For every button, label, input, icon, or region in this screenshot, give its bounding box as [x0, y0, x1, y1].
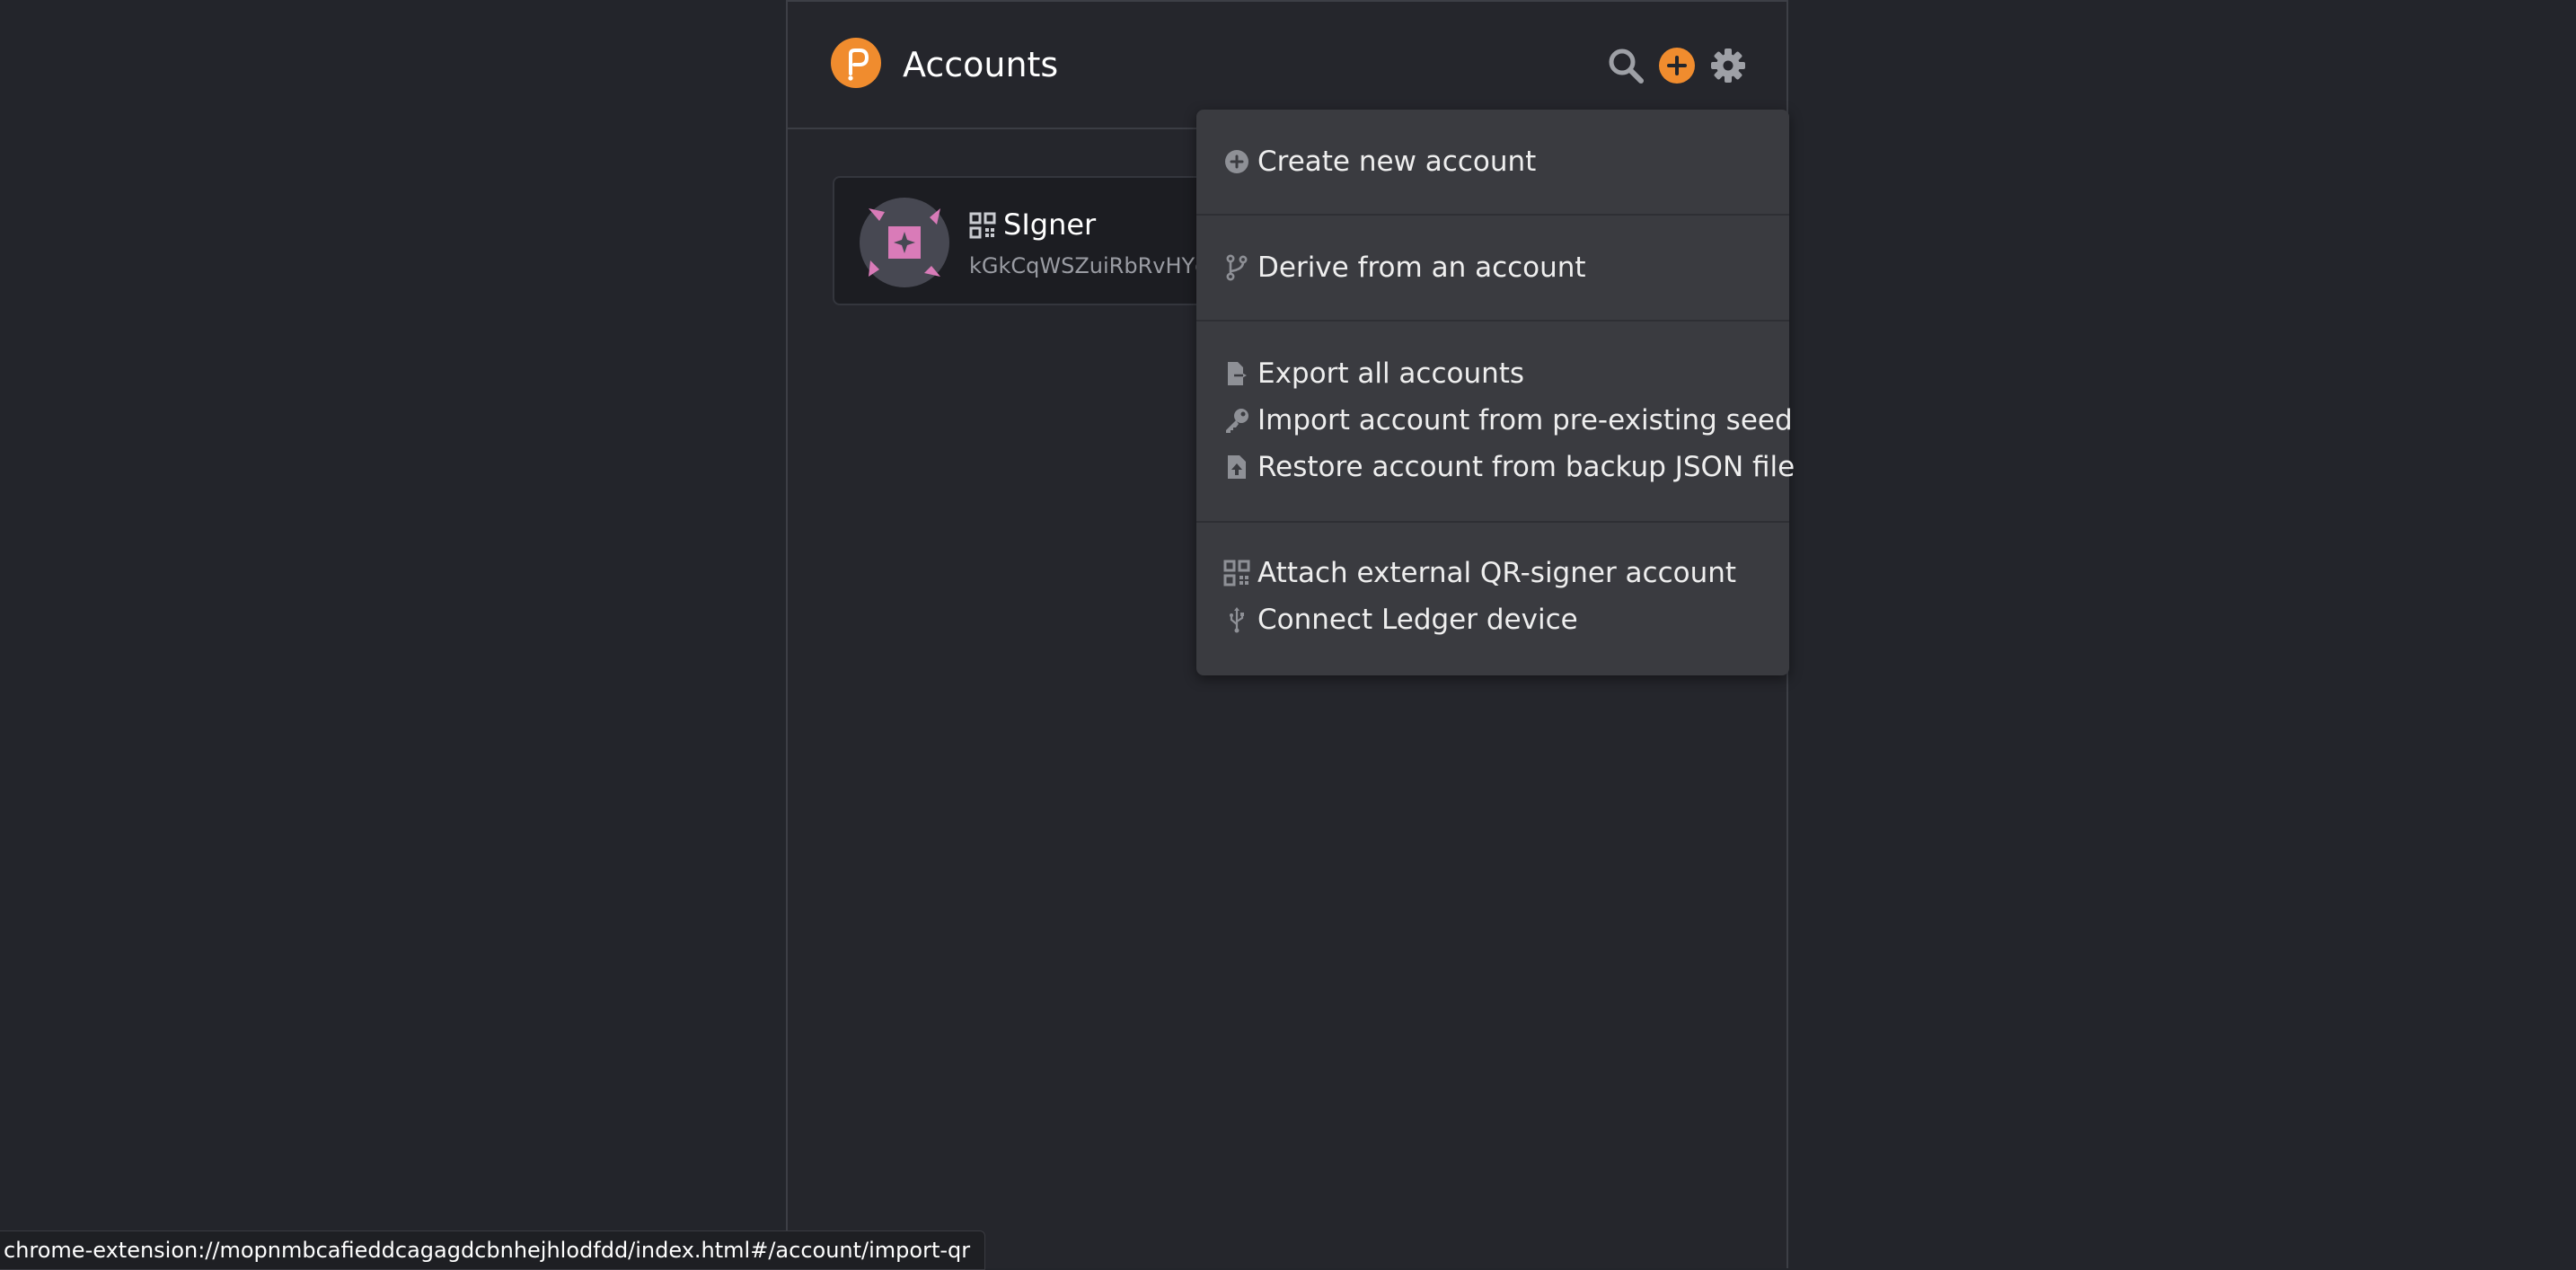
menu-item-label: Restore account from backup JSON file	[1257, 451, 1795, 483]
identicon	[860, 198, 949, 287]
menu-divider	[1196, 521, 1789, 523]
menu-item-export-all-accounts[interactable]: Export all accounts	[1223, 350, 1524, 397]
menu-divider	[1196, 214, 1789, 216]
menu-item-label: Connect Ledger device	[1257, 604, 1578, 636]
account-card[interactable]: SIgner kGkCqWSZuiRbRvHYqe	[833, 176, 1246, 305]
key-icon	[1226, 409, 1248, 433]
gear-icon[interactable]	[1709, 47, 1747, 84]
menu-item-import-from-seed[interactable]: Import account from pre-existing seed	[1223, 397, 1793, 444]
menu-item-label: Attach external QR-signer account	[1257, 557, 1737, 589]
search-icon[interactable]	[1607, 47, 1645, 84]
account-name: SIgner	[1003, 207, 1097, 242]
qr-code-icon	[969, 212, 996, 239]
menu-item-label: Export all accounts	[1257, 357, 1525, 390]
menu-item-label: Import account from pre-existing seed	[1257, 404, 1793, 437]
polkadot-logo-icon	[831, 38, 881, 88]
code-branch-icon	[1226, 254, 1248, 281]
menu-item-connect-ledger[interactable]: Connect Ledger device	[1223, 596, 1578, 643]
page-title: Accounts	[903, 45, 1059, 84]
menu-item-attach-qr-signer[interactable]: Attach external QR-signer account	[1223, 550, 1736, 596]
file-upload-icon	[1228, 455, 1246, 479]
add-icon[interactable]	[1659, 48, 1695, 84]
menu-item-create-new-account[interactable]: Create new account	[1223, 138, 1536, 185]
menu-divider	[1196, 320, 1789, 322]
menu-item-label: Derive from an account	[1257, 251, 1586, 284]
usb-icon	[1230, 607, 1244, 633]
menu-item-label: Create new account	[1257, 146, 1537, 178]
menu-item-derive-from-account[interactable]: Derive from an account	[1223, 244, 1586, 291]
qr-code-icon	[1223, 560, 1250, 586]
add-account-menu: Create new account Derive from an accoun…	[1196, 110, 1795, 675]
account-address: kGkCqWSZuiRbRvHYqe	[969, 253, 1222, 278]
menu-item-restore-from-json[interactable]: Restore account from backup JSON file	[1223, 444, 1795, 490]
file-export-icon	[1228, 362, 1247, 385]
browser-status-bar: chrome-extension://mopnmbcafieddcagagdcb…	[0, 1230, 986, 1270]
plus-circle-icon	[1225, 150, 1248, 173]
